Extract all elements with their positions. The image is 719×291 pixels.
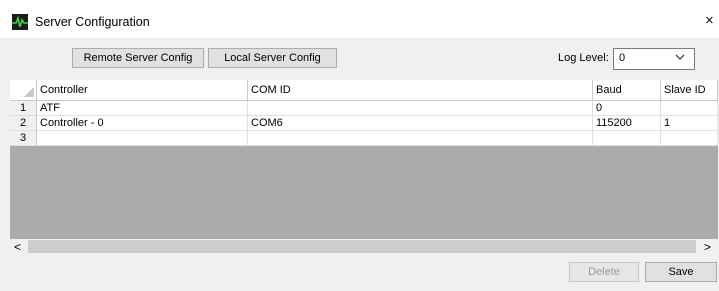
column-header-com-id[interactable]: COM ID [248,80,593,101]
cell-controller[interactable]: Controller - 0 [37,116,248,131]
cell-controller[interactable]: ATF [37,101,248,116]
remote-server-config-button[interactable]: Remote Server Config [72,48,204,68]
row-header[interactable]: 3 [10,131,37,146]
scrollbar-thumb[interactable] [28,240,696,253]
controller-grid[interactable]: Controller COM ID Baud Slave ID 1 ATF 0 … [10,80,718,254]
column-header-slave-id[interactable]: Slave ID [661,80,718,101]
column-header-baud[interactable]: Baud [593,80,661,101]
cell-com-id[interactable] [248,101,593,116]
delete-button[interactable]: Delete [569,262,639,282]
cell-slave-id[interactable] [661,131,718,146]
horizontal-scrollbar[interactable]: < > [10,239,718,255]
table-row[interactable]: 3 [10,131,718,146]
cell-com-id[interactable]: COM6 [248,116,593,131]
column-header-controller[interactable]: Controller [37,80,248,101]
local-server-config-button[interactable]: Local Server Config [208,48,337,68]
title-bar[interactable]: Server Configuration × [0,0,719,38]
cell-slave-id[interactable]: 1 [661,116,718,131]
save-button[interactable]: Save [645,262,717,282]
server-config-icon [12,14,28,30]
table-row[interactable]: 1 ATF 0 [10,101,718,116]
cell-slave-id[interactable] [661,101,718,116]
table-row[interactable]: 2 Controller - 0 COM6 115200 1 [10,116,718,131]
log-level-value: 0 [619,52,626,64]
row-header[interactable]: 1 [10,101,37,116]
grid-corner-header[interactable] [10,80,37,101]
cell-baud[interactable]: 0 [593,101,661,116]
cell-baud[interactable] [593,131,661,146]
log-level-select[interactable]: 0 [613,48,695,70]
window-title: Server Configuration [35,15,150,29]
chevron-down-icon [674,51,686,66]
scroll-right-icon[interactable]: > [704,240,711,254]
close-icon[interactable]: × [705,12,714,30]
cell-controller[interactable] [37,131,248,146]
log-level-label: Log Level: [558,52,609,64]
row-header[interactable]: 2 [10,116,37,131]
cell-baud[interactable]: 115200 [593,116,661,131]
scroll-left-icon[interactable]: < [14,240,21,254]
cell-com-id[interactable] [248,131,593,146]
server-configuration-window: Server Configuration × Remote Server Con… [0,0,719,291]
